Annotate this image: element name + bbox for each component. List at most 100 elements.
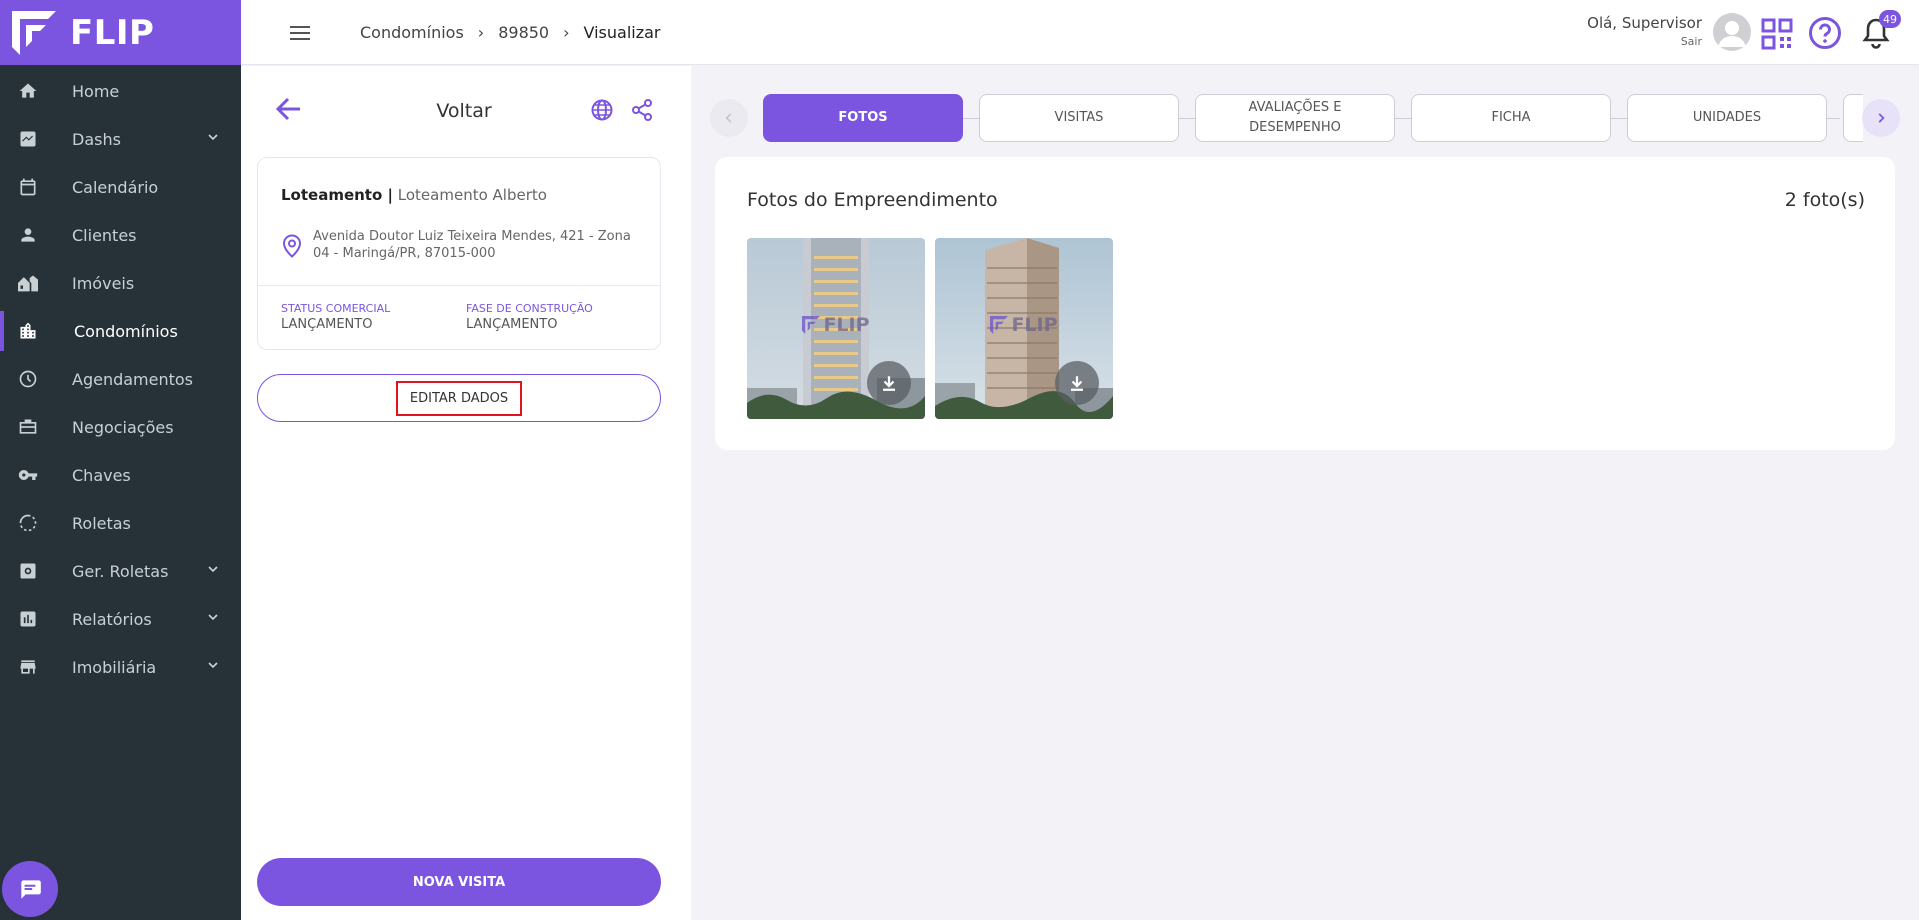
sidebar-item-condominios[interactable]: Condomínios: [0, 307, 241, 355]
commercial-status-label: STATUS COMERCIAL: [281, 302, 391, 315]
detail-panel: Voltar Loteamento | Loteamento Alberto A…: [241, 66, 691, 920]
flip-logo-icon: [12, 10, 56, 55]
flip-watermark: FLIP: [747, 314, 925, 336]
commercial-status-value: LANÇAMENTO: [281, 317, 373, 332]
chevron-left-icon: [725, 113, 732, 123]
photos-count: 2 foto(s): [1784, 189, 1865, 211]
tab-visitas[interactable]: VISITAS: [979, 94, 1179, 142]
construction-phase-label: FASE DE CONSTRUÇÃO: [466, 302, 593, 315]
sidebar-item-label: Relatórios: [72, 609, 152, 629]
sidebar-item-negociacoes[interactable]: Negociações: [0, 403, 241, 451]
sidebar-item-label: Roletas: [72, 513, 131, 533]
sidebar-item-chaves[interactable]: Chaves: [0, 451, 241, 499]
sidebar-item-dashs[interactable]: Dashs: [0, 115, 241, 163]
logo-text: FLIP: [70, 12, 155, 53]
photo-thumbnail[interactable]: FLIP: [747, 238, 925, 419]
tab-bar: FOTOS VISITAS AVALIAÇÕES E DESEMPENHO FI…: [709, 93, 1900, 143]
logout-link[interactable]: Sair: [1587, 35, 1702, 48]
sidebar-item-label: Dashs: [72, 129, 121, 149]
location-pin-icon: [282, 234, 302, 258]
globe-icon[interactable]: [590, 98, 614, 122]
new-visit-button[interactable]: NOVA VISITA: [257, 858, 661, 906]
breadcrumb: Condomínios › 89850 › Visualizar: [360, 23, 661, 42]
share-icon[interactable]: [630, 98, 654, 122]
sidebar-item-calendario[interactable]: Calendário: [0, 163, 241, 211]
chat-button[interactable]: [2, 861, 58, 917]
photo-thumbnail[interactable]: FLIP: [935, 238, 1113, 419]
chevron-down-icon: [208, 566, 218, 573]
briefcase-icon: [16, 415, 40, 439]
chat-icon: [21, 880, 41, 899]
breadcrumb-item-condominios[interactable]: Condomínios: [360, 23, 464, 42]
home-icon: [16, 79, 40, 103]
notification-badge: 49: [1879, 10, 1901, 28]
sidebar-item-imoveis[interactable]: Imóveis: [0, 259, 241, 307]
property-title: Loteamento | Loteamento Alberto: [281, 186, 547, 204]
commercial-status: STATUS COMERCIAL LANÇAMENTO: [281, 302, 390, 332]
user-greeting: Olá, Supervisor Sair: [1587, 14, 1702, 48]
flip-watermark: FLIP: [935, 314, 1113, 336]
sidebar-item-label: Ger. Roletas: [72, 561, 169, 581]
sidebar-item-roletas[interactable]: Roletas: [0, 499, 241, 547]
edit-data-button[interactable]: EDITAR DADOS: [257, 374, 661, 422]
sidebar-item-agendamentos[interactable]: Agendamentos: [0, 355, 241, 403]
flip-logo-icon: [990, 316, 1009, 334]
chevron-down-icon: [208, 662, 218, 669]
qr-code-icon[interactable]: [1761, 18, 1793, 50]
sidebar: FLIP Home Dashs Calendário Clientes Imóv…: [0, 0, 241, 920]
sidebar-item-label: Imobiliária: [72, 657, 157, 677]
key-icon: [16, 463, 40, 487]
sidebar-item-relatorios[interactable]: Relatórios: [0, 595, 241, 643]
property-info-card: Loteamento | Loteamento Alberto Avenida …: [257, 157, 661, 350]
photos-card: Fotos do Empreendimento 2 foto(s) FLIP F…: [715, 157, 1895, 450]
chevron-right-icon: [1878, 113, 1885, 123]
logo[interactable]: FLIP: [0, 0, 241, 65]
property-address: Avenida Doutor Luiz Teixeira Mendes, 421…: [313, 229, 631, 261]
avatar[interactable]: [1713, 13, 1751, 51]
spinner-icon: [16, 511, 40, 535]
tab-scroll-right-button[interactable]: [1862, 99, 1900, 137]
settings-box-icon: [16, 559, 40, 583]
houses-icon: [16, 271, 40, 295]
photos-title: Fotos do Empreendimento: [747, 189, 998, 211]
tab-scroll-left-button[interactable]: [710, 99, 748, 137]
breadcrumb-item-current: Visualizar: [583, 23, 661, 42]
back-row: Voltar: [274, 92, 654, 132]
edit-data-button-label: EDITAR DADOS: [395, 380, 523, 416]
report-icon: [16, 607, 40, 631]
tab-avaliacoes[interactable]: AVALIAÇÕES E DESEMPENHO: [1195, 94, 1395, 142]
download-icon: [1071, 376, 1083, 391]
sidebar-item-label: Imóveis: [72, 273, 135, 293]
user-avatar-icon: [1718, 21, 1746, 47]
calendar-icon: [16, 175, 40, 199]
property-name: Loteamento Alberto: [397, 186, 547, 204]
download-button[interactable]: [1055, 361, 1099, 405]
sidebar-item-clientes[interactable]: Clientes: [0, 211, 241, 259]
store-icon: [16, 655, 40, 679]
download-icon: [883, 376, 895, 391]
download-button[interactable]: [867, 361, 911, 405]
watermark-text: FLIP: [1011, 314, 1058, 336]
sidebar-item-label: Home: [72, 81, 120, 101]
construction-phase-value: LANÇAMENTO: [466, 317, 558, 332]
breadcrumb-item-id[interactable]: 89850: [498, 23, 549, 42]
chevron-down-icon: [208, 614, 218, 621]
tab-overflow[interactable]: [1843, 94, 1863, 142]
breadcrumb-separator-icon: ›: [477, 23, 485, 42]
sidebar-item-label: Negociações: [72, 417, 174, 437]
sidebar-item-label: Clientes: [72, 225, 137, 245]
tab-ficha[interactable]: FICHA: [1411, 94, 1611, 142]
sidebar-item-home[interactable]: Home: [0, 67, 241, 115]
tab-fotos[interactable]: FOTOS: [763, 94, 963, 142]
help-icon[interactable]: [1808, 16, 1842, 50]
chevron-down-icon: [208, 134, 218, 141]
sidebar-item-imobiliaria[interactable]: Imobiliária: [0, 643, 241, 691]
chart-icon: [16, 127, 40, 151]
tab-unidades[interactable]: UNIDADES: [1627, 94, 1827, 142]
sidebar-item-ger-roletas[interactable]: Ger. Roletas: [0, 547, 241, 595]
sidebar-item-label: Calendário: [72, 177, 159, 197]
breadcrumb-separator-icon: ›: [563, 23, 570, 42]
property-type: Loteamento |: [281, 186, 393, 204]
hamburger-menu-icon[interactable]: [289, 24, 311, 42]
greeting-text: Olá, Supervisor: [1587, 14, 1702, 32]
